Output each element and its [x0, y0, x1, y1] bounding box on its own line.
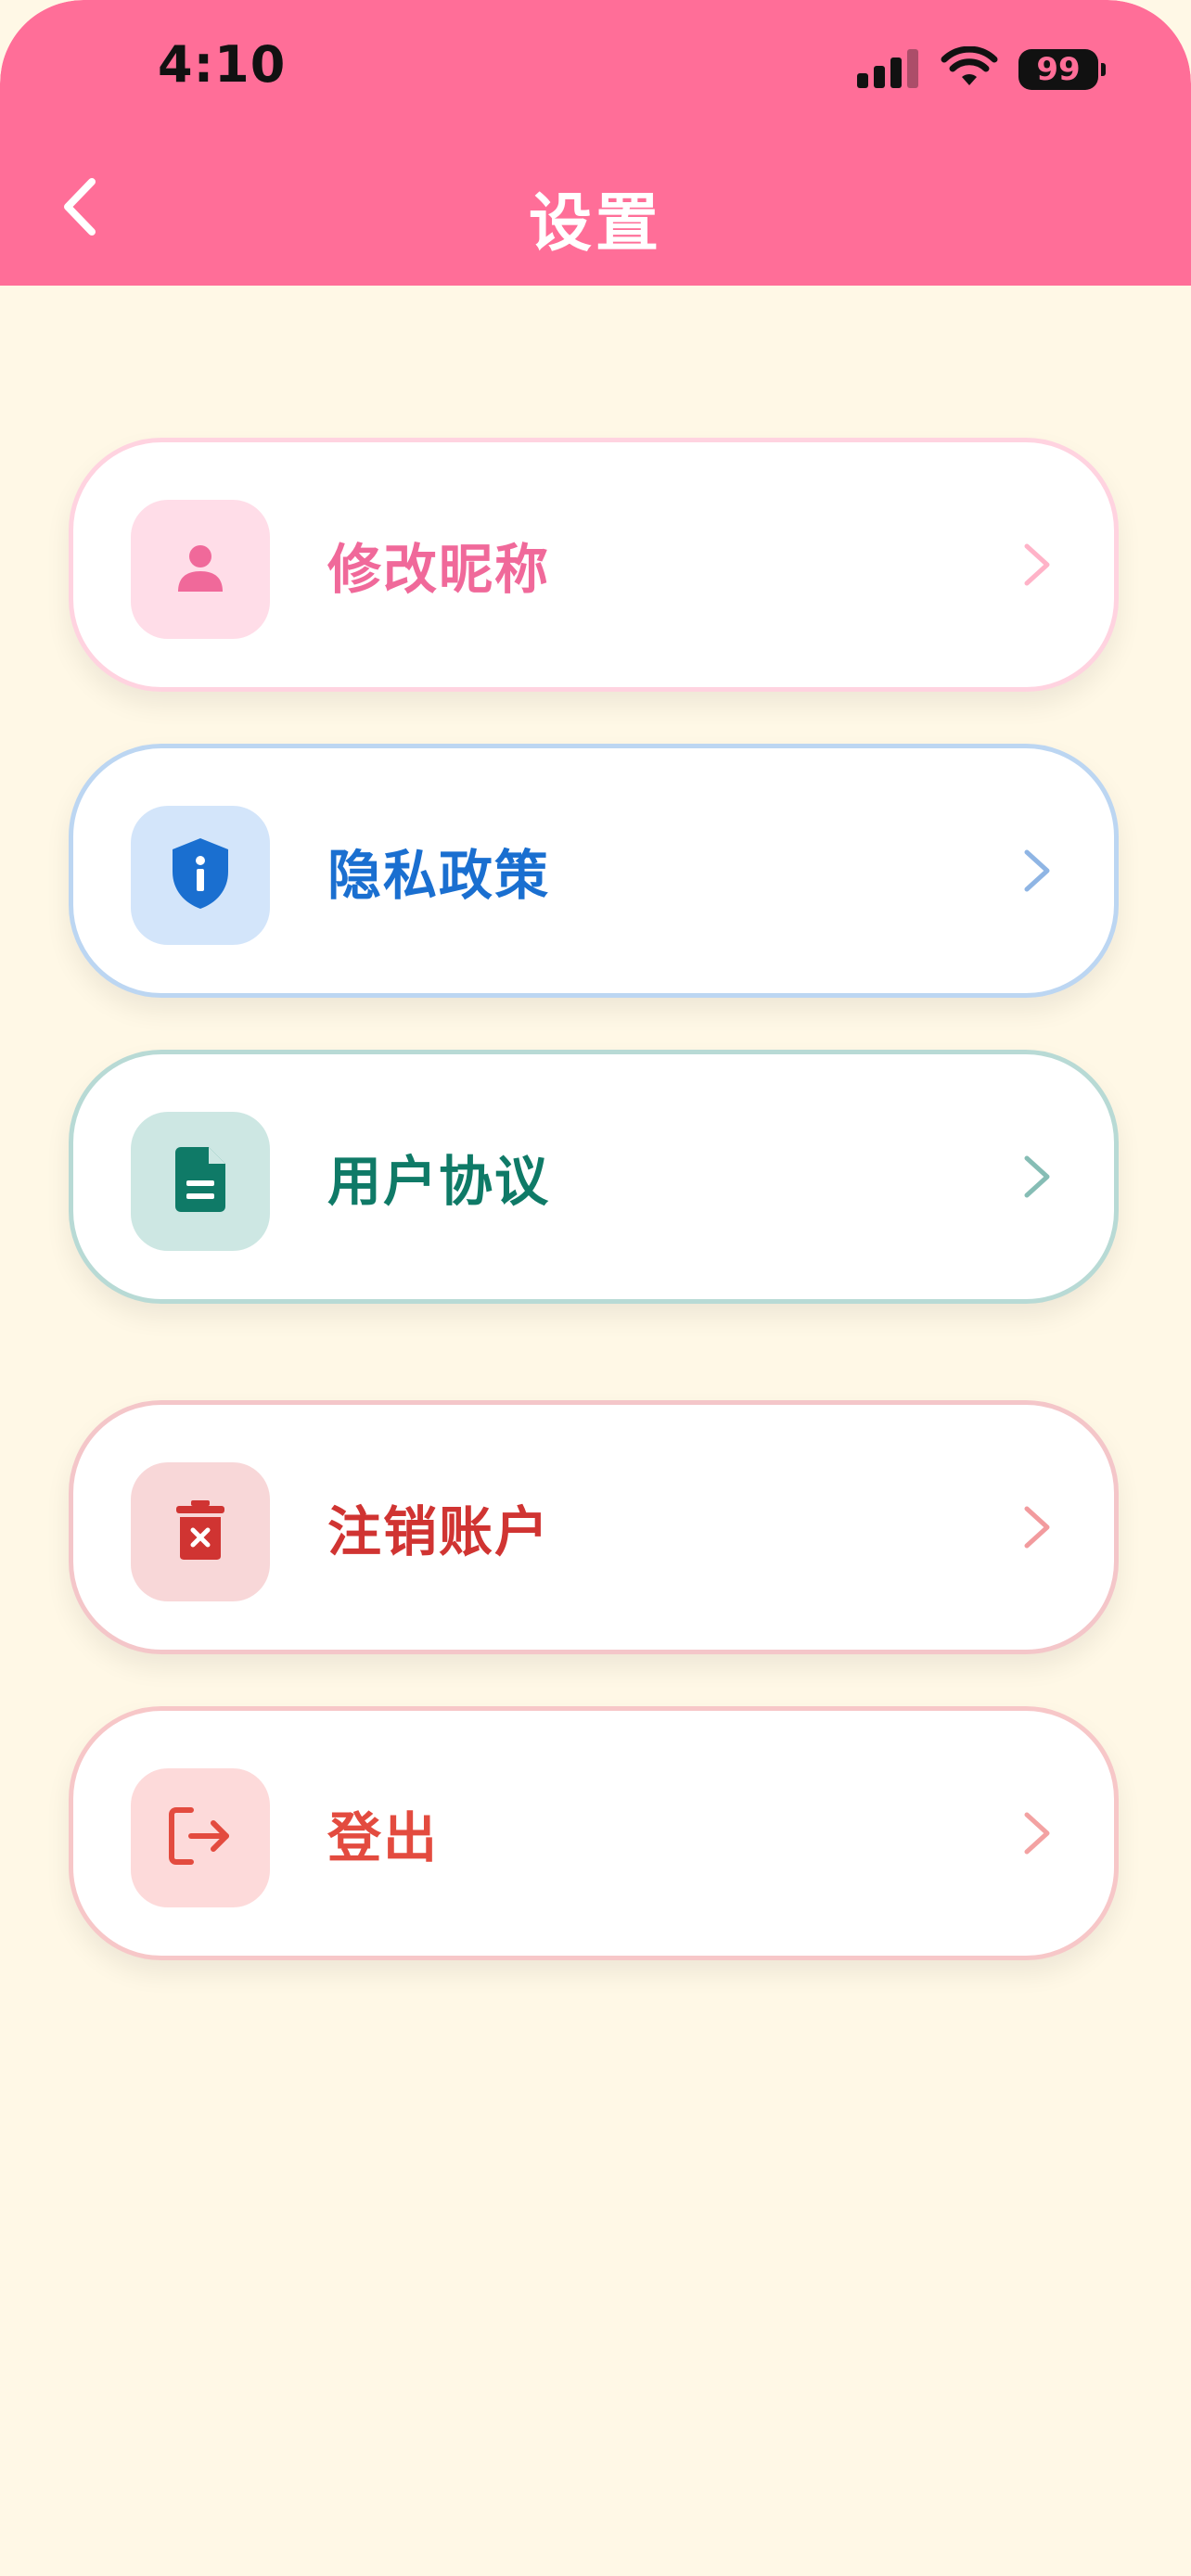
shield-info-icon	[170, 836, 231, 914]
status-icons: 99	[857, 45, 1106, 93]
chevron-right-icon	[1018, 1811, 1055, 1855]
logout-button[interactable]: 登出	[69, 1706, 1119, 1960]
chevron-right-icon	[1018, 1505, 1055, 1549]
signal-icon	[857, 47, 920, 92]
edit-nickname-button[interactable]: 修改昵称	[69, 438, 1119, 692]
delete-account-button[interactable]: 注销账户	[69, 1400, 1119, 1654]
item-label: 隐私政策	[327, 844, 551, 907]
battery-indicator: 99	[1018, 49, 1106, 90]
status-time: 4:10	[158, 35, 287, 94]
delete-account-icon	[174, 1498, 226, 1565]
settings-screen: 4:10 99 设置 修改昵称 隐私政策 用户协议 注销账户 登出	[0, 0, 1191, 2576]
header-bar: 4:10 99 设置	[0, 0, 1191, 286]
document-icon	[173, 1145, 227, 1218]
icon-container	[131, 806, 270, 945]
item-label: 登出	[327, 1806, 440, 1869]
privacy-policy-button[interactable]: 隐私政策	[69, 744, 1119, 998]
icon-container	[131, 1462, 270, 1601]
icon-container	[131, 1112, 270, 1251]
item-label: 注销账户	[327, 1500, 551, 1563]
user-agreement-button[interactable]: 用户协议	[69, 1050, 1119, 1304]
icon-container	[131, 1768, 270, 1907]
chevron-right-icon	[1018, 848, 1055, 893]
logout-icon	[167, 1804, 234, 1871]
item-label: 修改昵称	[327, 538, 551, 601]
item-label: 用户协议	[327, 1150, 551, 1213]
page-title: 设置	[528, 187, 662, 261]
chevron-right-icon	[1018, 542, 1055, 587]
chevron-right-icon	[1018, 1154, 1055, 1199]
person-icon	[173, 540, 228, 599]
wifi-icon	[941, 45, 998, 93]
icon-container	[131, 500, 270, 639]
